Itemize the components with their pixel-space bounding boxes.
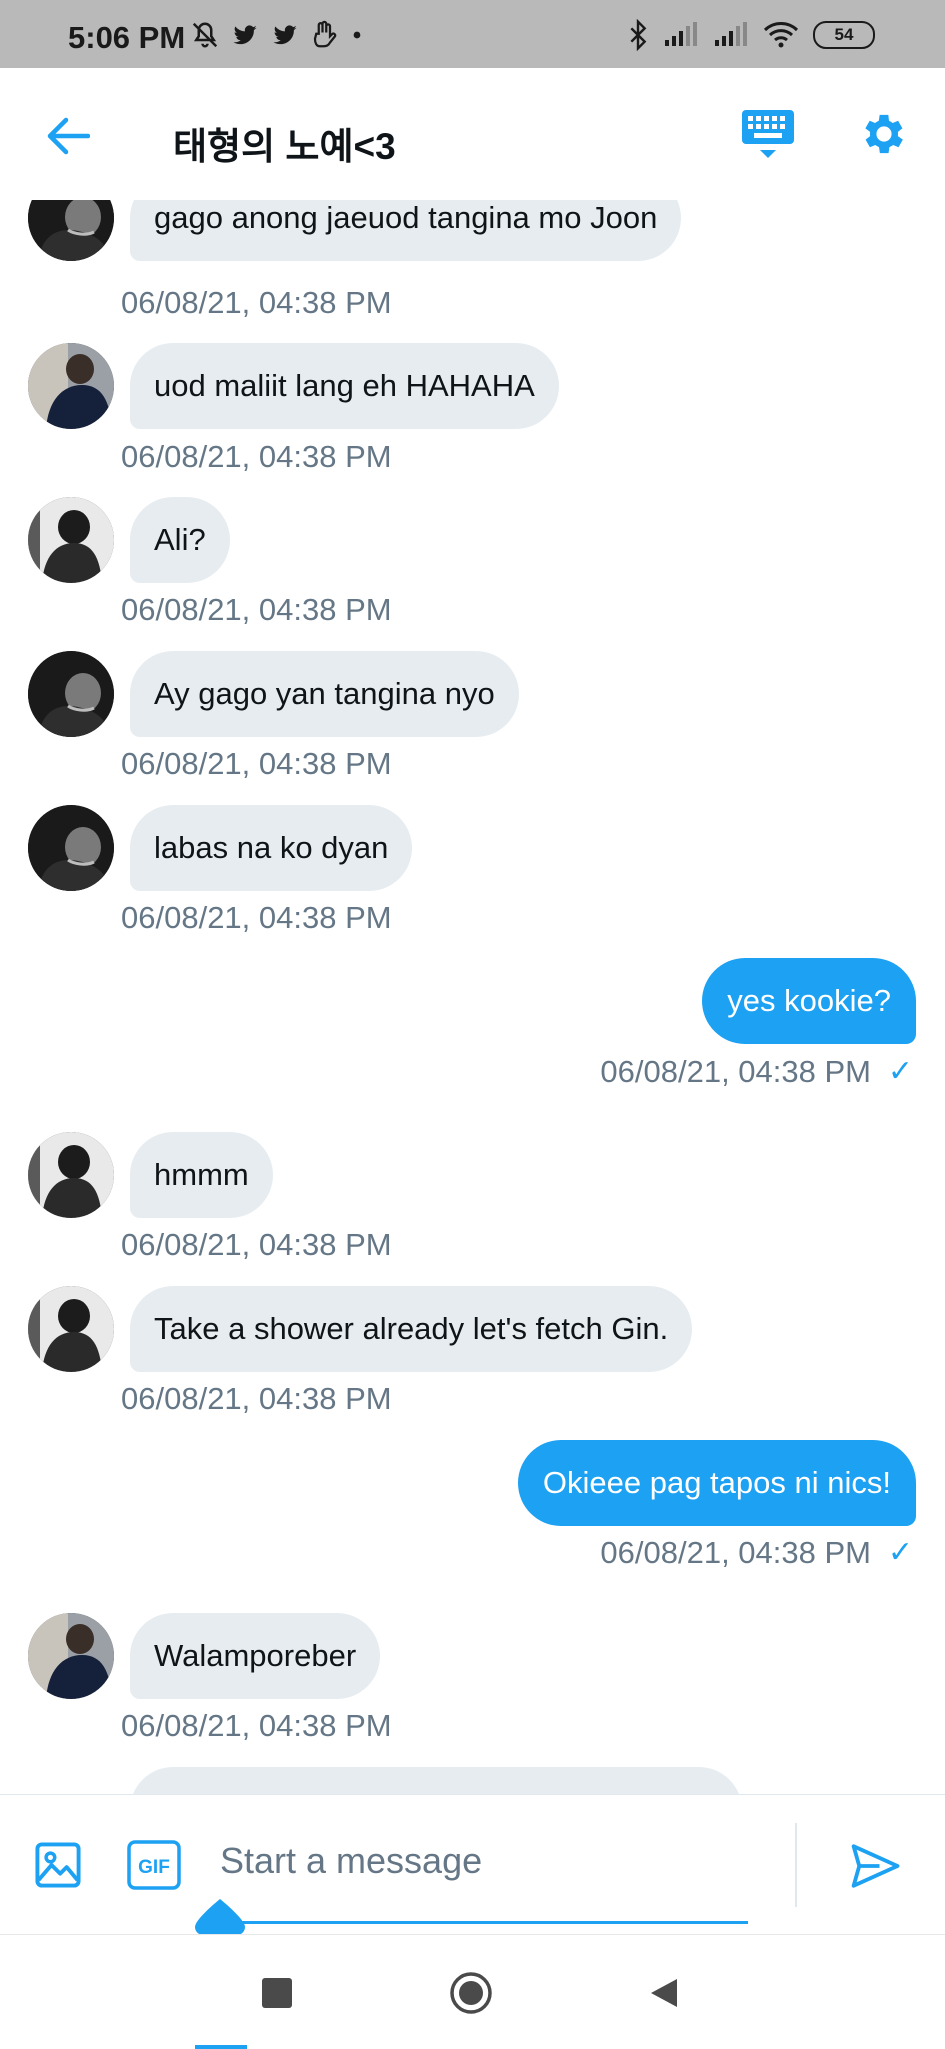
- message-bubble[interactable]: hmmm: [130, 1132, 273, 1218]
- keyboard-button[interactable]: [740, 106, 804, 166]
- send-icon: [851, 1844, 900, 1888]
- gif-icon: GIF: [127, 1840, 181, 1890]
- recent-apps-button[interactable]: [262, 1978, 292, 2008]
- avatar[interactable]: [28, 497, 114, 583]
- message-timestamp: 06/08/21, 04:38 PM: [121, 439, 392, 474]
- message-timestamp: 06/08/21, 04:38 PM: [121, 900, 392, 935]
- message-composer: GIF: [0, 1794, 945, 1935]
- message-bubble[interactable]: Walamporeber: [130, 1613, 381, 1699]
- message-timestamp: 06/08/21, 04:38 PM: [600, 1535, 871, 1570]
- message-bubble[interactable]: gago anong jaeuod tangina mo Joon: [130, 200, 682, 261]
- message-bubble-partial: [130, 1767, 742, 1794]
- message-timestamp: 06/08/21, 04:38 PM: [121, 746, 392, 781]
- text-cursor-handle[interactable]: [193, 1899, 247, 1935]
- message-bubble[interactable]: labas na ko dyan: [130, 805, 413, 891]
- twitter-icon: [233, 25, 257, 45]
- back-button[interactable]: [40, 108, 96, 164]
- message-timestamp: 06/08/21, 04:38 PM: [600, 1054, 871, 1089]
- avatar[interactable]: [28, 200, 114, 261]
- composer-divider: [795, 1823, 797, 1907]
- send-button[interactable]: [848, 1839, 904, 1895]
- message-bubble[interactable]: Ay gago yan tangina nyo: [130, 651, 519, 737]
- message-input[interactable]: [220, 1831, 750, 1891]
- media-button[interactable]: [32, 1839, 84, 1891]
- dot-icon: [353, 31, 361, 39]
- status-icons-left: [190, 18, 364, 52]
- message-list[interactable]: gago anong jaeuod tangina mo Joon 06/08/…: [0, 200, 945, 1794]
- avatar[interactable]: [28, 1286, 114, 1372]
- message-bubble-outgoing[interactable]: Okieee pag tapos ni nics!: [517, 1440, 916, 1526]
- status-bar: 5:06 PM 54: [0, 0, 945, 68]
- image-icon: [35, 1842, 81, 1888]
- avatar[interactable]: [28, 651, 114, 737]
- message-timestamp: 06/08/21, 04:38 PM: [121, 592, 392, 627]
- message-timestamp: 06/08/21, 04:38 PM: [121, 1708, 392, 1743]
- nav-indicator: [195, 2045, 247, 2049]
- sent-check-icon: ✓: [887, 1055, 913, 1088]
- system-navigation-bar: [0, 1934, 945, 2049]
- message-timestamp: 06/08/21, 04:38 PM: [121, 1227, 392, 1262]
- message-bubble-outgoing[interactable]: yes kookie?: [702, 958, 916, 1044]
- wifi-icon: [763, 22, 799, 48]
- avatar[interactable]: [28, 805, 114, 891]
- gear-icon: [865, 114, 903, 154]
- home-button[interactable]: [449, 1971, 493, 2015]
- bluetooth-icon: [630, 19, 647, 51]
- system-back-button[interactable]: [647, 1975, 683, 2011]
- avatar[interactable]: [28, 1132, 114, 1218]
- mute-icon: [192, 22, 218, 48]
- avatar[interactable]: [28, 343, 114, 429]
- twitter-icon: [273, 25, 297, 45]
- gif-label: GIF: [138, 1857, 170, 1878]
- avatar[interactable]: [28, 1613, 114, 1699]
- message-timestamp: 06/08/21, 04:38 PM: [121, 1381, 392, 1416]
- back-arrow-icon: [47, 117, 90, 155]
- settings-button[interactable]: [858, 108, 914, 164]
- signal-icon: [715, 22, 747, 46]
- message-bubble[interactable]: Take a shower already let's fetch Gin.: [130, 1286, 693, 1372]
- battery-icon: 54: [813, 21, 875, 49]
- conversation-title[interactable]: 태형의 노예<3: [173, 116, 396, 170]
- status-icons-right: 54: [627, 18, 875, 52]
- status-time: 5:06 PM: [68, 20, 186, 55]
- message-bubble[interactable]: Ali?: [130, 497, 230, 583]
- input-underline: [220, 1921, 748, 1924]
- conversation-header: 태형의 노예<3: [0, 68, 945, 200]
- message-bubble[interactable]: uod maliit lang eh HAHAHA: [130, 343, 559, 429]
- hand-icon: [313, 20, 337, 48]
- sent-check-icon: ✓: [887, 1536, 913, 1569]
- keyboard-icon: [742, 110, 794, 158]
- message-timestamp: 06/08/21, 04:38 PM: [121, 285, 392, 320]
- gif-button[interactable]: GIF: [126, 1839, 182, 1891]
- signal-icon: [665, 22, 697, 46]
